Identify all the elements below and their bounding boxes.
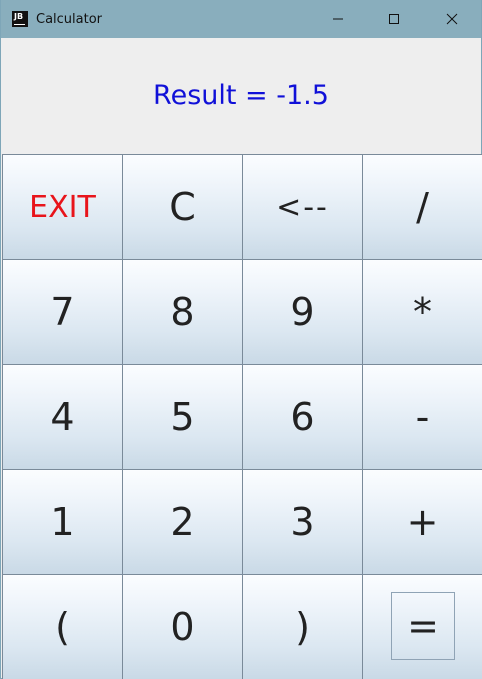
digit-8-button[interactable]: 8 — [122, 259, 243, 365]
close-button[interactable] — [429, 0, 475, 38]
exit-button[interactable]: EXIT — [2, 154, 123, 260]
title-bar[interactable]: JB Calculator — [1, 0, 481, 38]
result-text: Result = -1.5 — [153, 79, 329, 111]
clear-button[interactable]: C — [122, 154, 243, 260]
keypad: EXIT C <-- / 7 8 9 * 4 5 6 - 1 2 3 + ( 0… — [2, 154, 482, 679]
backspace-button[interactable]: <-- — [242, 154, 363, 260]
digit-7-button[interactable]: 7 — [2, 259, 123, 365]
digit-2-button[interactable]: 2 — [122, 469, 243, 575]
digit-3-button[interactable]: 3 — [242, 469, 363, 575]
app-icon-text: JB — [14, 12, 24, 21]
digit-0-button[interactable]: 0 — [122, 574, 243, 679]
multiply-button[interactable]: * — [362, 259, 482, 365]
subtract-button[interactable]: - — [362, 364, 482, 470]
equals-label: = — [407, 604, 439, 648]
calculator-window: JB Calculator Result = -1.5 EXIT C <-- /… — [0, 0, 482, 679]
equals-focus-ring: = — [391, 592, 455, 660]
digit-9-button[interactable]: 9 — [242, 259, 363, 365]
window-title: Calculator — [36, 11, 103, 27]
add-button[interactable]: + — [362, 469, 482, 575]
digit-4-button[interactable]: 4 — [2, 364, 123, 470]
maximize-icon — [389, 14, 399, 24]
maximize-button[interactable] — [371, 0, 417, 38]
divide-button[interactable]: / — [362, 154, 482, 260]
open-paren-button[interactable]: ( — [2, 574, 123, 679]
digit-1-button[interactable]: 1 — [2, 469, 123, 575]
close-paren-button[interactable]: ) — [242, 574, 363, 679]
minimize-icon — [333, 18, 343, 20]
digit-6-button[interactable]: 6 — [242, 364, 363, 470]
digit-5-button[interactable]: 5 — [122, 364, 243, 470]
minimize-button[interactable] — [315, 0, 361, 38]
equals-button[interactable]: = — [362, 574, 482, 679]
app-icon: JB — [12, 11, 28, 27]
close-icon — [446, 13, 458, 25]
result-display: Result = -1.5 — [1, 38, 481, 154]
